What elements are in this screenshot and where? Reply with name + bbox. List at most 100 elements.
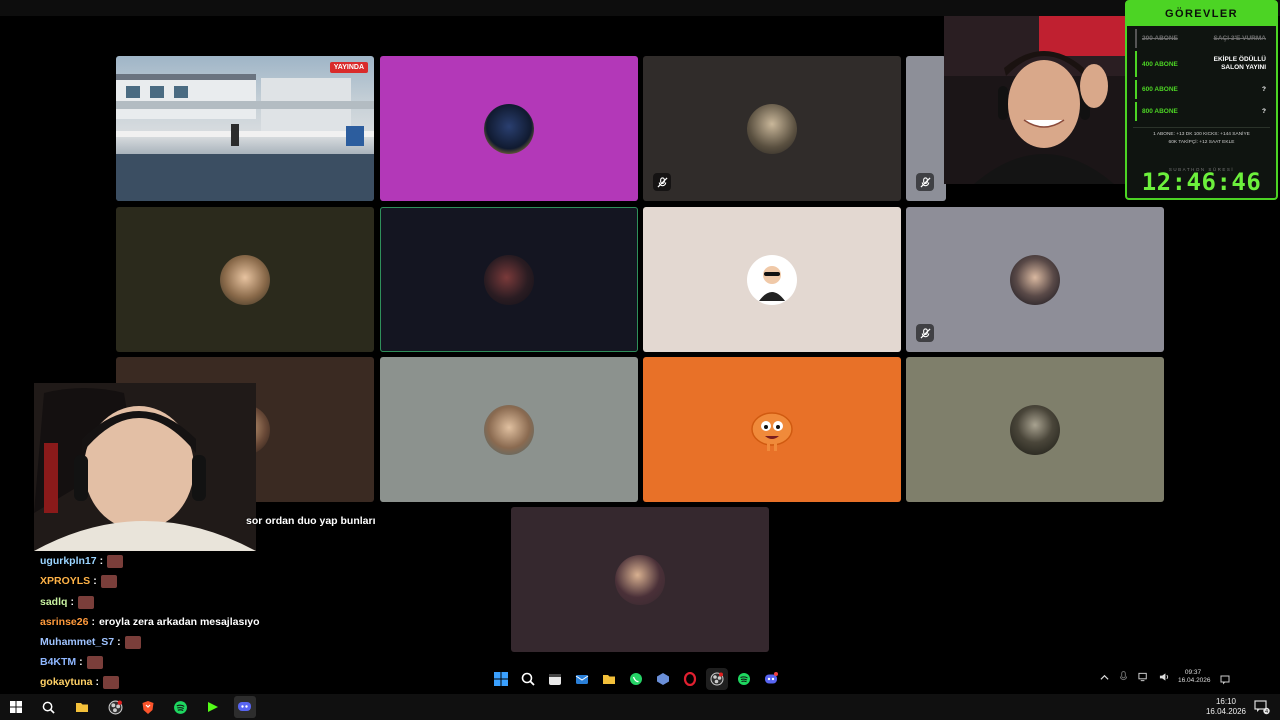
game-screen-preview	[116, 56, 374, 201]
captured-clock: 09:37 16.04.2026	[1178, 669, 1211, 685]
opera-icon[interactable]	[679, 668, 701, 690]
streamer-webcam	[944, 16, 1126, 184]
participant-avatar	[484, 103, 534, 154]
taskbar: 16:10 16.04.2026 4	[0, 694, 1280, 720]
participant-avatar	[615, 554, 665, 605]
windows-start-icon[interactable]	[5, 696, 27, 718]
top-bar	[0, 0, 1280, 16]
kick-app-icon[interactable]	[202, 696, 224, 718]
task-row: 600 ABONE ?	[1135, 80, 1270, 99]
system-clock[interactable]: 16:10 16.04.2026	[1206, 697, 1246, 717]
participant-tile[interactable]	[906, 357, 1164, 502]
network-icon[interactable]	[1138, 669, 1149, 687]
mic-muted-icon	[653, 173, 671, 191]
live-badge: YAYINDA	[329, 62, 368, 73]
tasks-panel-title: GÖREVLER	[1127, 2, 1276, 26]
participant-avatar	[1010, 404, 1060, 455]
emote-icon	[107, 554, 124, 568]
search-icon[interactable]	[517, 668, 539, 690]
mic-muted-icon	[916, 324, 934, 342]
task-row: 800 ABONE ?	[1135, 102, 1270, 121]
tasks-info-line: 60K TAKİPÇİ: +12 SAAT EKLE	[1168, 140, 1235, 145]
microphone-icon[interactable]	[1119, 669, 1128, 687]
subathon-timer: 12:46:46	[1141, 168, 1262, 196]
participant-tile-speaking[interactable]	[380, 207, 638, 352]
spotify-icon[interactable]	[169, 696, 191, 718]
tasks-info: 1 ABONE: +13 DK 100 KICKS: +144 SANİYE 6…	[1127, 131, 1276, 147]
participant-avatar	[220, 254, 270, 305]
task-reward: SAÇI 3'E VURMA	[1213, 34, 1266, 42]
participant-avatar	[747, 405, 797, 455]
divider	[1133, 127, 1270, 128]
emote-icon	[103, 675, 120, 689]
folder-icon[interactable]	[71, 696, 93, 718]
participant-tile[interactable]	[906, 207, 1164, 352]
clock-time: 16:10	[1215, 697, 1236, 706]
chat-username: ugurkpln17	[40, 555, 97, 567]
task-goal: 600 ABONE	[1142, 86, 1178, 93]
participant-tile-stream-preview[interactable]: YAYINDA	[116, 56, 374, 201]
chat-message: XPROYLS:	[40, 573, 117, 589]
chat-username: gokaytuna	[40, 676, 93, 688]
discord-icon[interactable]	[760, 668, 782, 690]
emote-icon	[124, 635, 141, 649]
tasks-panel: GÖREVLER 200 ABONE SAÇI 3'E VURMA 400 AB…	[1125, 0, 1278, 200]
whatsapp-icon[interactable]	[625, 668, 647, 690]
chat-message: ugurkpln17:	[40, 553, 124, 569]
clock-time: 09:37	[1184, 669, 1202, 676]
participant-tile[interactable]	[643, 56, 901, 201]
chat-username: B4KTM	[40, 656, 77, 668]
chat-message: asrinse26: eroyla zera arkadan mesajlası…	[40, 616, 260, 628]
chat-message: B4KTM:	[40, 654, 103, 670]
spotify-icon[interactable]	[733, 668, 755, 690]
task-row: 400 ABONE EKİPLE ÖDÜLLÜ SALON YAYINI	[1135, 51, 1270, 77]
mail-icon[interactable]	[571, 668, 593, 690]
task-reward: ?	[1262, 107, 1266, 115]
participant-tile[interactable]	[643, 207, 901, 352]
emote-icon	[100, 574, 117, 588]
task-reward: EKİPLE ÖDÜLLÜ SALON YAYINI	[1213, 56, 1266, 71]
participant-tile[interactable]	[511, 507, 769, 652]
chevron-up-icon[interactable]	[1100, 669, 1109, 687]
chat-message: Muhammet_S7:	[40, 634, 141, 650]
chat-message: gokaytuna:	[40, 674, 120, 690]
volume-icon[interactable]	[1159, 669, 1170, 687]
folder-icon[interactable]	[598, 668, 620, 690]
chat-text: sor ordan duo yap bunları	[246, 515, 376, 527]
participant-avatar	[484, 254, 534, 305]
network-app-icon[interactable]	[652, 668, 674, 690]
chat-message: sor ordan duo yap bunları	[246, 513, 376, 529]
participant-avatar	[484, 404, 534, 455]
screen: YAYINDA GÖREVLER 200 ABONE SAÇI 3'E VURM…	[0, 0, 1280, 720]
notification-count: 4	[1265, 709, 1268, 715]
calendar-app-icon[interactable]	[544, 668, 566, 690]
chat-username: asrinse26	[40, 616, 89, 628]
search-icon[interactable]	[37, 696, 59, 718]
participant-avatar	[747, 103, 797, 154]
participant-avatar	[747, 254, 797, 305]
participant-tile[interactable]	[380, 56, 638, 201]
task-goal: 200 ABONE	[1142, 35, 1178, 42]
brave-browser-icon[interactable]	[137, 696, 159, 718]
participant-tile[interactable]	[643, 357, 901, 502]
participant-tile[interactable]	[380, 357, 638, 502]
task-goal: 400 ABONE	[1142, 60, 1178, 68]
chat-text: eroyla zera arkadan mesajlasıyo	[98, 616, 260, 628]
captured-taskbar	[490, 664, 782, 694]
windows-start-icon[interactable]	[490, 668, 512, 690]
task-goal: 800 ABONE	[1142, 108, 1178, 115]
guest-webcam	[34, 383, 256, 551]
discord-icon[interactable]	[234, 696, 256, 718]
participant-tile-partial[interactable]	[906, 56, 946, 201]
mic-muted-icon	[916, 173, 934, 191]
participant-tile[interactable]	[116, 207, 374, 352]
notification-center-icon[interactable]: 4	[1251, 696, 1273, 718]
obs-icon[interactable]	[104, 696, 126, 718]
notification-icon[interactable]	[1220, 672, 1230, 690]
emote-icon	[86, 655, 103, 669]
chat-message: sadlq:	[40, 594, 94, 610]
tasks-info-line: 1 ABONE: +13 DK 100 KICKS: +144 SANİYE	[1153, 132, 1250, 137]
chat-username: Muhammet_S7	[40, 636, 115, 648]
clock-date: 16.04.2026	[1205, 707, 1246, 716]
obs-icon[interactable]	[706, 668, 728, 690]
